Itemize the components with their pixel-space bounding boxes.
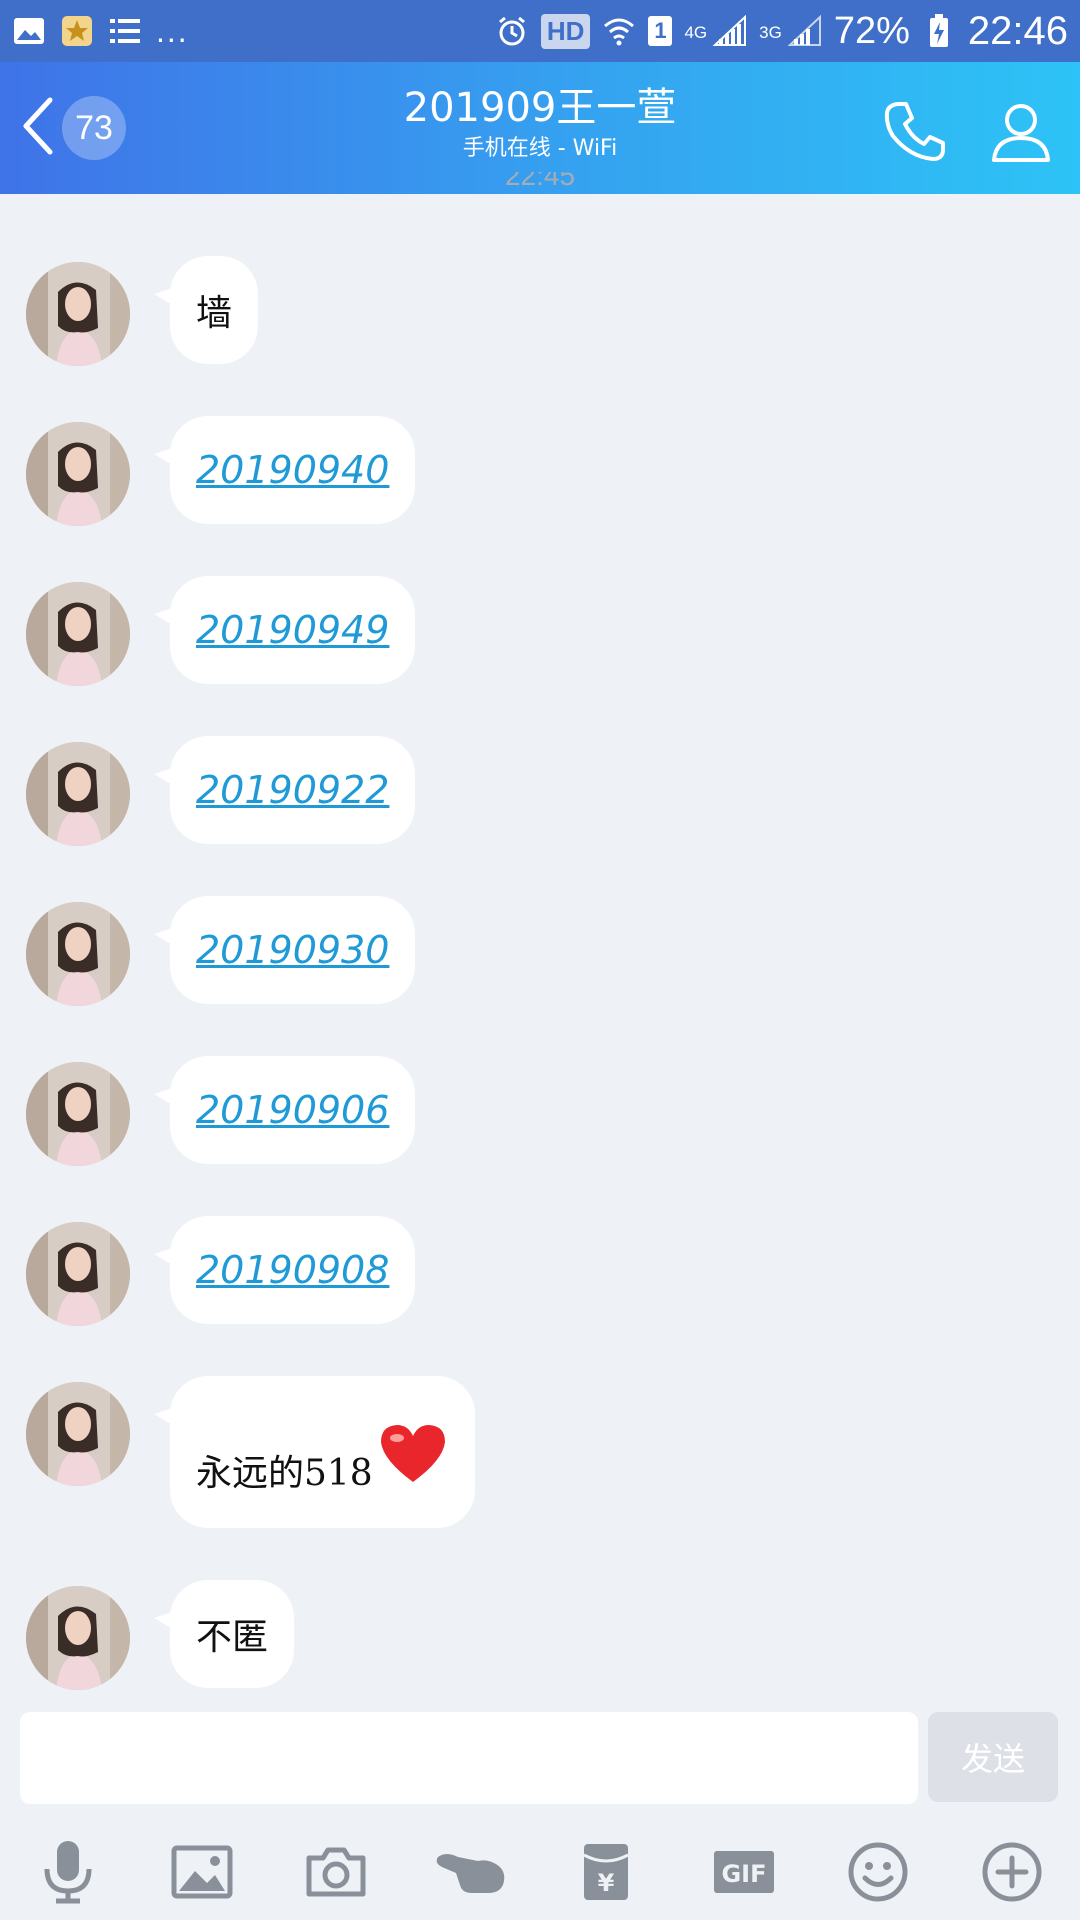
status-bar-left: ... bbox=[12, 13, 495, 50]
message-bubble[interactable]: 20190930 bbox=[153, 896, 416, 1004]
signal-strength-icon bbox=[713, 15, 747, 46]
message-bubble[interactable]: 墙 bbox=[153, 256, 259, 364]
input-toolbar: ¥ GIF bbox=[0, 1820, 1080, 1920]
battery-percentage: 72% bbox=[833, 9, 910, 52]
gif-icon: GIF bbox=[712, 1849, 776, 1899]
battery-charging-icon bbox=[922, 14, 956, 47]
gif-button[interactable]: GIF bbox=[704, 1834, 784, 1914]
message-link[interactable]: 20190906 bbox=[196, 1088, 389, 1132]
message-link[interactable]: 20190922 bbox=[196, 768, 389, 812]
red-packet-button[interactable]: ¥ bbox=[566, 1834, 646, 1914]
network-type-4g: 4G bbox=[684, 22, 708, 42]
chat-title-block[interactable]: 201909王一萱 手机在线 - WiFi bbox=[240, 84, 840, 164]
svg-text:GIF: GIF bbox=[721, 1860, 766, 1888]
voice-call-button[interactable] bbox=[878, 96, 952, 170]
chevron-left-icon bbox=[20, 96, 56, 160]
contact-avatar[interactable] bbox=[26, 1222, 130, 1326]
star-app-notification-icon bbox=[60, 16, 94, 46]
contact-avatar[interactable] bbox=[26, 742, 130, 846]
gallery-notification-icon bbox=[12, 16, 46, 46]
contact-avatar[interactable] bbox=[26, 582, 130, 686]
poke-hand-icon bbox=[434, 1847, 510, 1901]
contact-avatar[interactable] bbox=[26, 262, 130, 366]
image-icon bbox=[171, 1845, 233, 1903]
message-bubble[interactable]: 不匿 bbox=[153, 1580, 295, 1688]
message-bubble[interactable]: 20190949 bbox=[153, 576, 416, 684]
status-bar: ... HD 1 4G 3G 72% 22:46 bbox=[0, 0, 1080, 62]
message-text: 墙 bbox=[196, 293, 233, 334]
contact-avatar[interactable] bbox=[26, 902, 130, 1006]
contact-avatar[interactable] bbox=[26, 1586, 130, 1690]
message-timestamp: 22:45 bbox=[504, 172, 576, 191]
unread-count-badge: 73 bbox=[62, 96, 126, 160]
message-bubble[interactable]: 永远的518 bbox=[154, 1376, 475, 1528]
message-input[interactable] bbox=[20, 1712, 918, 1804]
person-icon bbox=[988, 98, 1054, 168]
send-button[interactable]: 发送 bbox=[928, 1712, 1058, 1802]
contact-avatar[interactable] bbox=[26, 1062, 130, 1166]
red-packet-icon: ¥ bbox=[581, 1841, 631, 1907]
message-bubble[interactable]: 20190906 bbox=[153, 1056, 416, 1164]
back-button[interactable]: 73 bbox=[20, 92, 140, 164]
message-bubble[interactable]: 20190908 bbox=[153, 1216, 416, 1324]
clock: 22:46 bbox=[967, 8, 1068, 53]
message-link[interactable]: 20190949 bbox=[196, 608, 389, 652]
status-bar-right: HD 1 4G 3G 72% 22:46 bbox=[495, 9, 1068, 54]
contact-name: 201909王一萱 bbox=[403, 85, 677, 131]
hd-voice-badge: HD bbox=[540, 13, 591, 49]
online-status: 手机在线 - WiFi bbox=[462, 136, 618, 161]
camera-icon bbox=[305, 1846, 367, 1902]
image-button[interactable] bbox=[162, 1834, 242, 1914]
svg-text:¥: ¥ bbox=[598, 1869, 615, 1897]
camera-button[interactable] bbox=[296, 1834, 376, 1914]
wifi-icon bbox=[602, 16, 636, 46]
poke-button[interactable] bbox=[432, 1834, 512, 1914]
message-link[interactable]: 20190940 bbox=[196, 448, 389, 492]
message-text: 不匿 bbox=[196, 1617, 269, 1658]
plus-icon bbox=[981, 1841, 1043, 1907]
emoji-icon bbox=[847, 1841, 909, 1907]
profile-button[interactable] bbox=[984, 96, 1058, 170]
contact-avatar[interactable] bbox=[26, 1382, 130, 1486]
network-type-3g: 3G bbox=[759, 22, 782, 42]
heart-emoji-icon bbox=[377, 1422, 449, 1484]
message-link[interactable]: 20190908 bbox=[196, 1248, 389, 1292]
sim-slot-badge: 1 bbox=[648, 16, 673, 46]
more-actions-button[interactable] bbox=[972, 1834, 1052, 1914]
emoji-button[interactable] bbox=[838, 1834, 918, 1914]
signal-strength-secondary-icon bbox=[787, 15, 822, 46]
message-link[interactable]: 20190930 bbox=[196, 928, 389, 972]
phone-icon bbox=[882, 98, 948, 168]
message-text: 永远的518 bbox=[196, 1453, 373, 1494]
message-bubble[interactable]: 20190922 bbox=[153, 736, 416, 844]
voice-input-button[interactable] bbox=[28, 1834, 108, 1914]
contact-avatar[interactable] bbox=[26, 422, 130, 526]
message-bubble[interactable]: 20190940 bbox=[153, 416, 416, 524]
alarm-icon bbox=[495, 16, 529, 46]
more-notifications-indicator: ... bbox=[156, 12, 189, 49]
microphone-icon bbox=[40, 1839, 96, 1909]
list-notification-icon bbox=[108, 16, 142, 46]
